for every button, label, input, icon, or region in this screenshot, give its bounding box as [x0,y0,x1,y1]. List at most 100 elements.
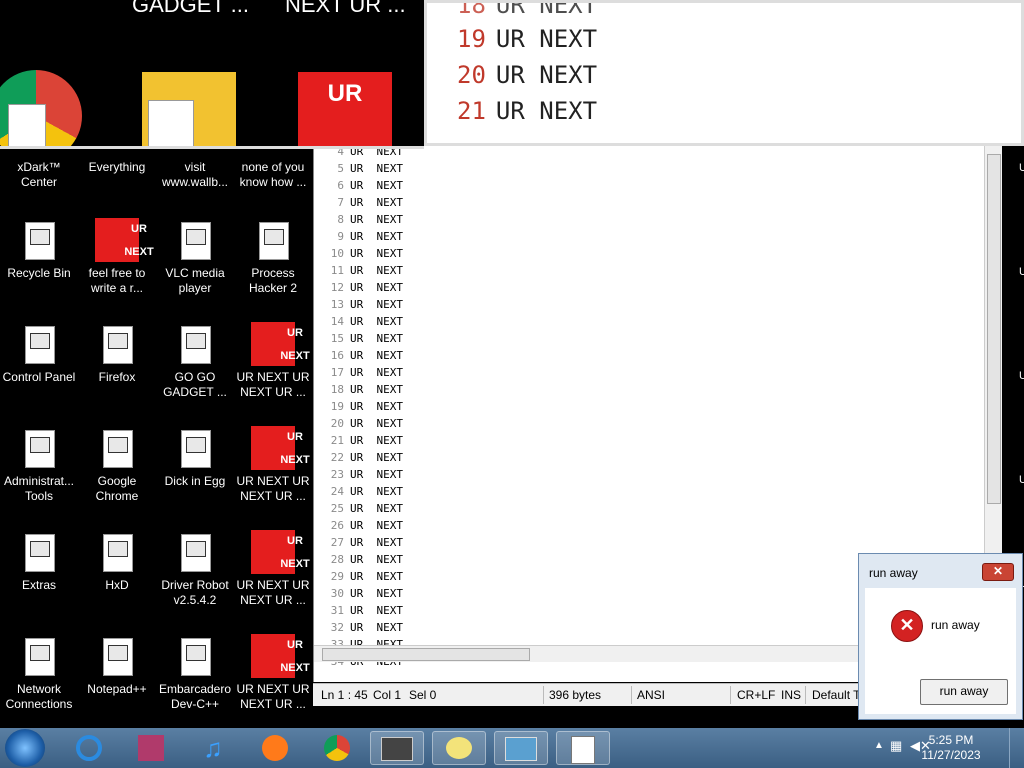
editor-line[interactable]: 8 UR NEXT [314,213,403,230]
editor-line[interactable]: 28 UR NEXT [314,553,403,570]
line-text: UR NEXT [350,315,403,328]
app-icon [17,218,61,262]
firefox-icon[interactable] [248,731,302,765]
editor-line[interactable]: 7 UR NEXT [314,196,403,213]
magnifier-right-panel: 18 UR NEXT 19 UR NEXT 20 UR NEXT 21 UR NEXT [424,0,1024,146]
horizontal-scroll-thumb[interactable] [322,648,530,661]
line-text: UR NEXT [350,230,403,243]
desktop-icon[interactable]: UR NEXT UR NEXT UR NEXT UR ... [234,634,312,712]
line-number: 19 [330,400,344,413]
desktop-icon[interactable]: HxD [78,530,156,593]
show-hidden-icons-icon[interactable]: ▲ [874,740,884,751]
editor-line[interactable]: 19 UR NEXT [314,400,403,417]
editor-line[interactable]: 14 UR NEXT [314,315,403,332]
taskbar-app-1[interactable] [370,731,424,765]
editor-line[interactable]: 12 UR NEXT [314,281,403,298]
editor-line[interactable]: 18 UR NEXT [314,383,403,400]
desktop-icon[interactable]: Embarcadero Dev-C++ [156,634,234,712]
app-icon [173,218,217,262]
desktop-icon[interactable]: GO GO GADGET ... [156,322,234,400]
editor-line[interactable]: 11 UR NEXT [314,264,403,281]
line-text: UR NEXT [350,604,403,617]
line-text: UR NEXT [350,179,403,192]
desktop-icon[interactable]: UR NEXT UR NEXT UR NEXT UR ... [234,530,312,608]
desktop-icon-label: Everything [88,160,146,174]
desktop-icon[interactable]: Network Connections [0,634,78,712]
desktop-icon[interactable]: xDark™ Center [0,160,78,190]
editor-line[interactable]: 23 UR NEXT [314,468,403,485]
desktop-icon[interactable]: Google Chrome [78,426,156,504]
editor-line[interactable]: 24 UR NEXT [314,485,403,502]
network-icon[interactable]: ▦ [890,738,902,754]
editor-line[interactable]: 6 UR NEXT [314,179,403,196]
desktop-icon[interactable]: Recycle Bin [0,218,78,281]
desktop-icon-label: UR NEXT UR NEXT UR ... [236,682,310,711]
desktop-icon[interactable]: Extras [0,530,78,593]
editor-line[interactable]: 25 UR NEXT [314,502,403,519]
editor-line[interactable]: 9 UR NEXT [314,230,403,247]
desktop-icon-label: Administrat... Tools [3,474,75,503]
editor-line[interactable]: 32 UR NEXT [314,621,403,638]
desktop-icon-label: none of you know how ... [239,160,307,189]
close-button[interactable]: ✕ [982,563,1014,581]
desktop-icon[interactable]: Dick in Egg [156,426,234,489]
app-icon [17,426,61,470]
editor-line[interactable]: 5 UR NEXT [314,162,403,179]
desktop-icon-label: Extras [21,578,56,592]
taskbar-app-3[interactable] [494,731,548,765]
taskbar-app-2[interactable] [432,731,486,765]
start-button[interactable] [5,729,45,767]
editor-line[interactable]: 22 UR NEXT [314,451,403,468]
show-desktop-button[interactable] [1009,728,1024,768]
app-icon: UR NEXT [251,634,310,678]
editor-line[interactable]: 21 UR NEXT [314,434,403,451]
desktop-icon[interactable]: Control Panel [0,322,78,385]
line-text: UR NEXT [350,196,403,209]
desktop-icon[interactable]: Notepad++ [78,634,156,697]
desktop-icon[interactable]: Driver Robot v2.5.4.2 [156,530,234,608]
editor-line[interactable]: 30 UR NEXT [314,587,403,604]
desktop-icon-label: Google Chrome [95,474,139,503]
editor-line[interactable]: 29 UR NEXT [314,570,403,587]
line-number: 28 [330,553,344,566]
itunes-icon[interactable]: ♫ [186,731,240,765]
desktop-icon[interactable]: UR NEXT feel free to write a r... [78,218,156,296]
desktop-icon[interactable]: none of you know how ... [234,160,312,190]
clock[interactable]: 5:25 PM 11/27/2023 [911,733,991,763]
desktop-icon[interactable]: Administrat... Tools [0,426,78,504]
desktop-icon[interactable]: visit www.wallb... [156,160,234,190]
internet-explorer-icon[interactable] [62,731,116,765]
desktop-icon[interactable]: UR NEXT UR NEXT UR NEXT UR ... [234,322,312,400]
winrar-icon[interactable] [124,731,178,765]
desktop-icon-label: Firefox [98,370,136,384]
editor-line[interactable]: 16 UR NEXT [314,349,403,366]
status-mode: INS [781,688,802,702]
line-text: UR NEXT [350,570,403,583]
chrome-icon[interactable] [310,731,364,765]
line-text: UR NEXT [350,417,403,430]
desktop-icon-label: VLC media player [165,266,225,295]
editor-line[interactable]: 31 UR NEXT [314,604,403,621]
line-text: UR NEXT [350,553,403,566]
desktop-icon[interactable]: Process Hacker 2 [234,218,312,296]
desktop-icon[interactable]: UR NEXT UR NEXT UR NEXT UR ... [234,426,312,504]
editor-line[interactable]: 17 UR NEXT [314,366,403,383]
vertical-scroll-thumb[interactable] [987,154,1001,504]
dialog-title: run away [869,566,918,580]
editor-line[interactable]: 20 UR NEXT [314,417,403,434]
desktop-icon-label: UR NEXT UR NEXT UR ... [236,578,310,607]
editor-line[interactable]: 15 UR NEXT [314,332,403,349]
app-icon [173,426,217,470]
run-away-button[interactable]: run away [920,679,1008,705]
line-number: 30 [330,587,344,600]
editor-line[interactable]: 10 UR NEXT [314,247,403,264]
editor-line[interactable]: 13 UR NEXT [314,298,403,315]
editor-line[interactable]: 27 UR NEXT [314,536,403,553]
desktop-icon[interactable]: Firefox [78,322,156,385]
line-number: 16 [330,349,344,362]
app-icon [173,322,217,366]
desktop-icon[interactable]: Everything [78,160,156,175]
editor-line[interactable]: 26 UR NEXT [314,519,403,536]
notepadpp-taskbar-button[interactable] [556,731,610,765]
desktop-icon[interactable]: VLC media player [156,218,234,296]
